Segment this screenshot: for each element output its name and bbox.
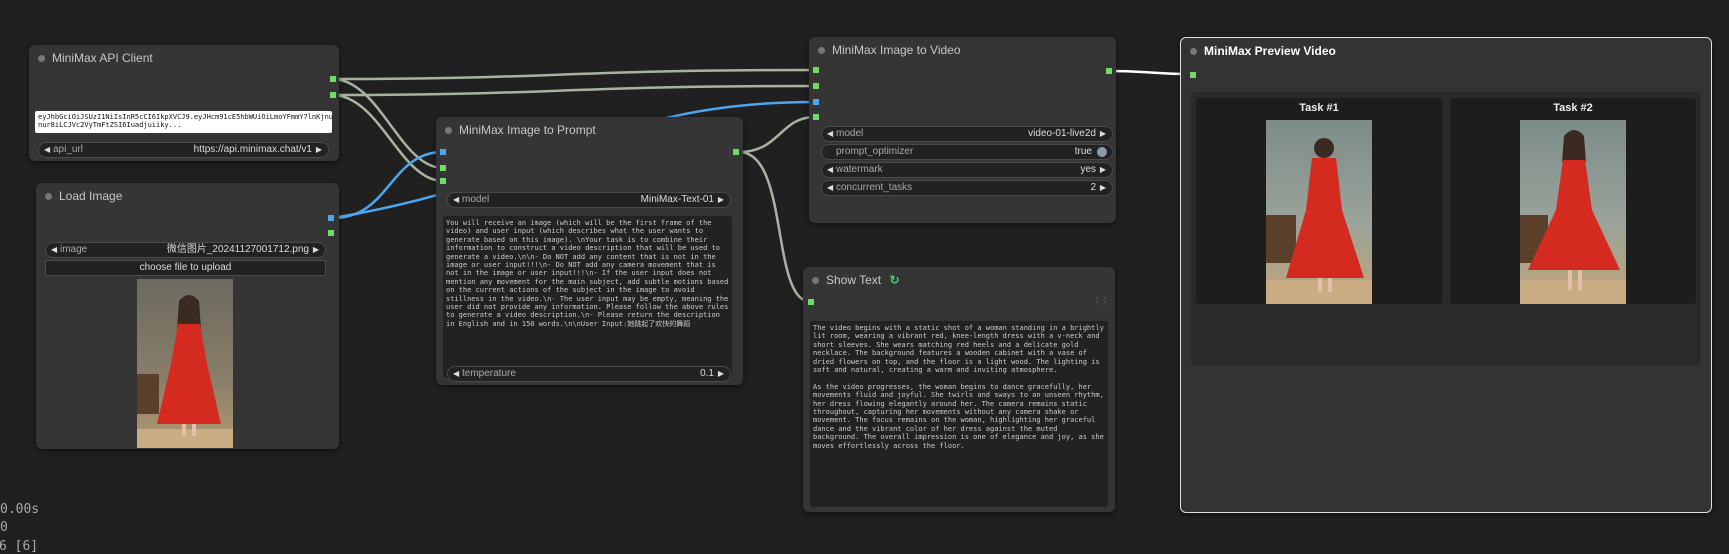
- output-port-group[interactable]: [330, 76, 336, 82]
- decrement-arrow-icon[interactable]: ◀: [453, 193, 459, 207]
- upload-button[interactable]: choose file to upload: [45, 260, 326, 276]
- collapse-dot-icon[interactable]: [818, 47, 825, 54]
- collapse-dot-icon[interactable]: [1190, 48, 1197, 55]
- collapse-dot-icon[interactable]: [38, 55, 45, 62]
- resize-grip-icon[interactable]: ⋮⋮: [1093, 297, 1109, 306]
- image-to-video-title-bar[interactable]: MiniMax Image to Video: [809, 37, 1116, 63]
- output-port-video[interactable]: [1106, 68, 1112, 74]
- decrement-arrow-icon[interactable]: ◀: [51, 243, 57, 257]
- input-port-image[interactable]: [440, 149, 446, 155]
- input-port-group[interactable]: [440, 178, 446, 184]
- collapse-dot-icon[interactable]: [812, 277, 819, 284]
- decrement-arrow-icon[interactable]: ◀: [453, 367, 459, 381]
- widget-label: model: [836, 128, 864, 139]
- collapse-dot-icon[interactable]: [45, 193, 52, 200]
- widget-label: api_url: [53, 144, 84, 155]
- api-key-textarea[interactable]: eyJhbGciOiJSUzI1NiIsInR5cCI6IkpXVCJ9.eyJ…: [35, 111, 332, 133]
- decrement-arrow-icon[interactable]: ◀: [827, 163, 833, 177]
- image-preview: [137, 279, 233, 448]
- increment-arrow-icon[interactable]: ▶: [316, 143, 322, 157]
- input-port-api-key[interactable]: [813, 67, 819, 73]
- widget-value: 0.1: [700, 368, 714, 379]
- link-badge-icon: ↻: [889, 273, 900, 287]
- collapse-dot-icon[interactable]: [445, 127, 452, 134]
- preview-video-node[interactable]: MiniMax Preview Video Task #1 Task #2: [1180, 37, 1712, 513]
- decrement-arrow-icon[interactable]: ◀: [44, 143, 50, 157]
- node-title: Show Text: [826, 273, 882, 287]
- output-port-prompt[interactable]: [733, 149, 739, 155]
- woman-dancing-front-image: [1520, 130, 1626, 304]
- widget-value: 2: [1090, 182, 1096, 193]
- widget-label: prompt_optimizer: [836, 146, 914, 157]
- image-to-prompt-title-bar[interactable]: MiniMax Image to Prompt: [436, 117, 743, 143]
- widget-value: true: [1074, 146, 1092, 157]
- node-title: MiniMax Image to Prompt: [459, 123, 596, 137]
- input-port-image[interactable]: [813, 99, 819, 105]
- task-card[interactable]: Task #2: [1450, 98, 1696, 304]
- stats-nodes: 6 [6]: [0, 539, 39, 554]
- woman-dancing-back-image: [1266, 138, 1372, 304]
- node-title: Load Image: [59, 189, 123, 203]
- increment-arrow-icon[interactable]: ▶: [1100, 127, 1106, 141]
- increment-arrow-icon[interactable]: ▶: [718, 193, 724, 207]
- stats-count: 0: [0, 520, 8, 535]
- widget-value: 微信图片_20241127001712.png: [166, 244, 309, 255]
- preview-area: Task #1 Task #2: [1191, 92, 1701, 366]
- input-port-api-key[interactable]: [440, 165, 446, 171]
- output-textarea[interactable]: The video begins with a static shot of a…: [810, 321, 1108, 507]
- task-card[interactable]: Task #1: [1196, 98, 1442, 304]
- task-video-frame: [1266, 120, 1372, 304]
- show-text-title-bar[interactable]: Show Text ↻: [803, 267, 1115, 293]
- image-select-widget[interactable]: ◀ image 微信图片_20241127001712.png ▶: [45, 242, 326, 258]
- model-widget[interactable]: ◀ model MiniMax-Text-01 ▶: [447, 192, 731, 208]
- output-port-api-key[interactable]: [330, 92, 336, 98]
- widget-label: model: [462, 194, 490, 205]
- prompt-optimizer-toggle[interactable]: prompt_optimizer true: [821, 144, 1113, 160]
- increment-arrow-icon[interactable]: ▶: [1100, 181, 1106, 195]
- decrement-arrow-icon[interactable]: ◀: [827, 181, 833, 195]
- input-port-prompt[interactable]: [813, 114, 819, 120]
- preview-video-title-bar[interactable]: MiniMax Preview Video: [1181, 38, 1711, 64]
- widget-value: MiniMax-Text-01: [640, 194, 714, 205]
- widget-value: https://api.minimax.chat/v1: [193, 144, 312, 155]
- prompt-textarea[interactable]: You will receive an image (which will be…: [443, 216, 732, 378]
- widget-value: video-01-live2d: [1028, 128, 1096, 139]
- woman-red-dress-image: [137, 295, 233, 448]
- increment-arrow-icon[interactable]: ▶: [718, 367, 724, 381]
- widget-label: watermark: [836, 164, 883, 175]
- input-port-video[interactable]: [1190, 72, 1196, 78]
- task-title: Task #1: [1299, 102, 1339, 114]
- output-port-image[interactable]: [328, 215, 334, 221]
- load-image-node[interactable]: Load Image ◀ image 微信图片_20241127001712.p…: [36, 183, 339, 449]
- widget-label: temperature: [462, 368, 516, 379]
- node-title: MiniMax API Client: [52, 51, 153, 65]
- image-to-prompt-node[interactable]: MiniMax Image to Prompt ◀ model MiniMax-…: [436, 117, 743, 385]
- temperature-widget[interactable]: ◀ temperature 0.1 ▶: [447, 366, 731, 382]
- input-port-text[interactable]: [808, 299, 814, 305]
- api-url-widget[interactable]: ◀ api_url https://api.minimax.chat/v1 ▶: [38, 142, 329, 158]
- api-client-title-bar[interactable]: MiniMax API Client: [29, 45, 339, 71]
- widget-label: image: [60, 244, 88, 255]
- increment-arrow-icon[interactable]: ▶: [313, 243, 319, 257]
- increment-arrow-icon[interactable]: ▶: [1100, 163, 1106, 177]
- decrement-arrow-icon[interactable]: ◀: [827, 127, 833, 141]
- widget-label: concurrent_tasks: [836, 182, 913, 193]
- stats-time: 0.00s: [0, 502, 40, 517]
- node-title: MiniMax Preview Video: [1204, 44, 1336, 58]
- image-to-video-node[interactable]: MiniMax Image to Video ◀ model video-01-…: [809, 37, 1116, 223]
- task-title: Task #2: [1553, 102, 1593, 114]
- watermark-widget[interactable]: ◀ watermark yes ▶: [821, 162, 1113, 178]
- node-title: MiniMax Image to Video: [832, 43, 961, 57]
- input-port-group[interactable]: [813, 83, 819, 89]
- load-image-title-bar[interactable]: Load Image: [36, 183, 339, 209]
- show-text-node[interactable]: Show Text ↻ ⋮⋮ The video begins with a s…: [803, 267, 1115, 512]
- concurrent-tasks-widget[interactable]: ◀ concurrent_tasks 2 ▶: [821, 180, 1113, 196]
- toggle-knob-icon[interactable]: [1097, 147, 1107, 157]
- model-widget[interactable]: ◀ model video-01-live2d ▶: [821, 126, 1113, 142]
- output-port-mask[interactable]: [328, 230, 334, 236]
- widget-value: yes: [1080, 164, 1096, 175]
- api-client-node[interactable]: MiniMax API Client eyJhbGciOiJSUzI1NiIsI…: [29, 45, 339, 161]
- task-video-frame: [1520, 120, 1626, 304]
